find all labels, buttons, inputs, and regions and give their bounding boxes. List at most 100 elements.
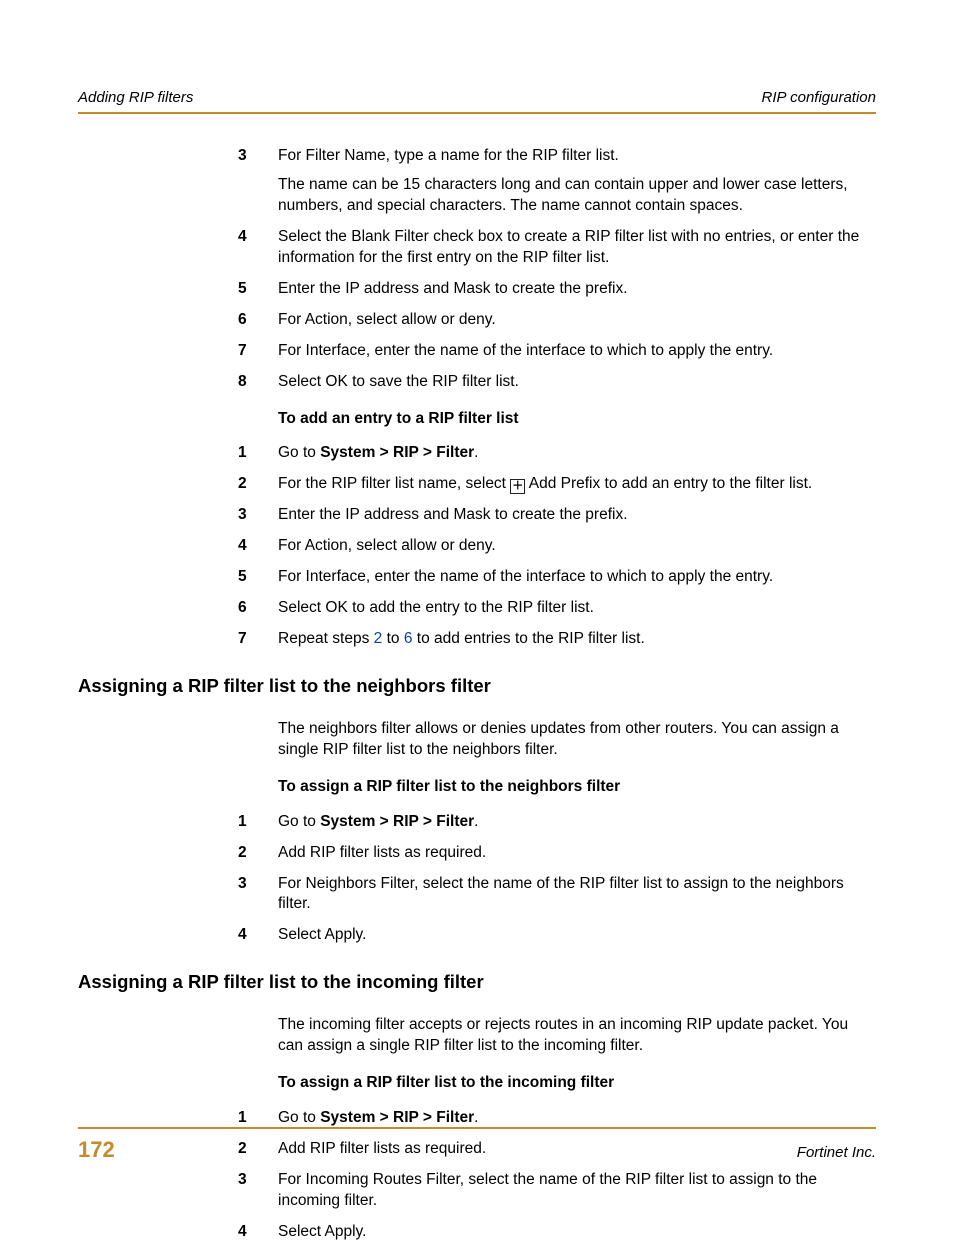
step-text: Select the Blank Filter check box to cre… — [278, 227, 876, 269]
step-text: For Interface, enter the name of the int… — [278, 341, 876, 362]
step-text: For Incoming Routes Filter, select the n… — [278, 1170, 876, 1212]
step-text: Go to System > RIP > Filter. — [278, 443, 876, 464]
add-entry-step-4: 4 For Action, select allow or deny. — [238, 536, 876, 557]
step-number: 4 — [238, 227, 278, 269]
nav-path: System > RIP > Filter — [320, 813, 474, 830]
text-fragment: . — [474, 444, 478, 461]
nav-path: System > RIP > Filter — [320, 1109, 474, 1126]
step-body: For Action, select allow or deny. — [278, 536, 876, 557]
add-entry-step-6: 6 Select OK to add the entry to the RIP … — [238, 598, 876, 619]
step-number: 1 — [238, 1108, 278, 1129]
procedure-title: To assign a RIP filter list to the neigh… — [278, 777, 876, 798]
step-body: Repeat steps 2 to 6 to add entries to th… — [278, 629, 876, 650]
neighbors-step-1: 1 Go to System > RIP > Filter. — [238, 812, 876, 833]
procedure-title: To assign a RIP filter list to the incom… — [278, 1073, 876, 1094]
incoming-step-1: 1 Go to System > RIP > Filter. — [238, 1108, 876, 1129]
step-3: 3 For Filter Name, type a name for the R… — [238, 146, 876, 217]
text-fragment: . — [474, 1109, 478, 1126]
header-left: Adding RIP filters — [78, 88, 193, 108]
add-entry-step-7: 7 Repeat steps 2 to 6 to add entries to … — [238, 629, 876, 650]
section-heading-neighbors: Assigning a RIP filter list to the neigh… — [78, 674, 876, 699]
neighbors-step-4: 4 Select Apply. — [238, 925, 876, 946]
step-text: For Action, select allow or deny. — [278, 310, 876, 331]
step-list-continue: 3 For Filter Name, type a name for the R… — [238, 146, 876, 392]
step-number: 4 — [238, 925, 278, 946]
step-number: 6 — [238, 598, 278, 619]
step-5: 5 Enter the IP address and Mask to creat… — [238, 279, 876, 300]
step-body: Enter the IP address and Mask to create … — [278, 505, 876, 526]
incoming-step-3: 3 For Incoming Routes Filter, select the… — [238, 1170, 876, 1212]
step-body: Select Apply. — [278, 925, 876, 946]
step-8: 8 Select OK to save the RIP filter list. — [238, 372, 876, 393]
step-body: For Interface, enter the name of the int… — [278, 341, 876, 362]
step-text: Go to System > RIP > Filter. — [278, 812, 876, 833]
step-body: Go to System > RIP > Filter. — [278, 443, 876, 464]
page: Adding RIP filters RIP configuration 3 F… — [0, 0, 954, 1235]
step-text: Add RIP filter lists as required. — [278, 843, 876, 864]
footer-company: Fortinet Inc. — [797, 1143, 876, 1163]
add-entry-step-3: 3 Enter the IP address and Mask to creat… — [238, 505, 876, 526]
add-entry-step-1: 1 Go to System > RIP > Filter. — [238, 443, 876, 464]
text-fragment: to add entries to the RIP filter list. — [412, 630, 644, 647]
add-entry-steps: 1 Go to System > RIP > Filter. 2 For the… — [238, 443, 876, 649]
step-number: 3 — [238, 874, 278, 916]
add-prefix-icon: ＋ — [510, 479, 525, 494]
step-text: For Neighbors Filter, select the name of… — [278, 874, 876, 916]
text-fragment: Add Prefix to add an entry to the filter… — [525, 475, 812, 492]
step-text: For the RIP filter list name, select ＋ A… — [278, 474, 876, 495]
step-text: Select OK to add the entry to the RIP fi… — [278, 598, 876, 619]
step-body: Add RIP filter lists as required. — [278, 843, 876, 864]
step-text: Go to System > RIP > Filter. — [278, 1108, 876, 1129]
add-entry-step-5: 5 For Interface, enter the name of the i… — [238, 567, 876, 588]
step-body: Select Apply. — [278, 1222, 876, 1243]
step-text: Select Apply. — [278, 925, 876, 946]
running-header: Adding RIP filters RIP configuration — [78, 88, 876, 108]
section-intro: The neighbors filter allows or denies up… — [278, 719, 876, 761]
step-body: For Filter Name, type a name for the RIP… — [278, 146, 876, 217]
step-number: 1 — [238, 812, 278, 833]
step-text: Enter the IP address and Mask to create … — [278, 505, 876, 526]
step-text: The name can be 15 characters long and c… — [278, 175, 876, 217]
incoming-step-4: 4 Select Apply. — [238, 1222, 876, 1243]
step-text: Select Apply. — [278, 1222, 876, 1243]
step-number: 3 — [238, 1170, 278, 1212]
step-number: 6 — [238, 310, 278, 331]
step-4: 4 Select the Blank Filter check box to c… — [238, 227, 876, 269]
step-text: Enter the IP address and Mask to create … — [278, 279, 876, 300]
step-7: 7 For Interface, enter the name of the i… — [238, 341, 876, 362]
step-body: Go to System > RIP > Filter. — [278, 812, 876, 833]
step-number: 7 — [238, 341, 278, 362]
step-body: For Action, select allow or deny. — [278, 310, 876, 331]
procedure-title: To add an entry to a RIP filter list — [278, 409, 876, 430]
step-text: For Action, select allow or deny. — [278, 536, 876, 557]
neighbors-step-2: 2 Add RIP filter lists as required. — [238, 843, 876, 864]
step-number: 3 — [238, 146, 278, 217]
footer-rule — [78, 1127, 876, 1129]
step-body: For Incoming Routes Filter, select the n… — [278, 1170, 876, 1212]
step-number: 1 — [238, 443, 278, 464]
step-text: For Filter Name, type a name for the RIP… — [278, 146, 876, 167]
step-number: 7 — [238, 629, 278, 650]
step-number: 5 — [238, 279, 278, 300]
step-body: Enter the IP address and Mask to create … — [278, 279, 876, 300]
step-crossref-link[interactable]: 2 — [374, 630, 383, 647]
step-text: Repeat steps 2 to 6 to add entries to th… — [278, 629, 876, 650]
step-body: For Neighbors Filter, select the name of… — [278, 874, 876, 916]
section-heading-incoming: Assigning a RIP filter list to the incom… — [78, 970, 876, 995]
step-body: Select OK to add the entry to the RIP fi… — [278, 598, 876, 619]
step-body: For the RIP filter list name, select ＋ A… — [278, 474, 876, 495]
text-fragment: Go to — [278, 444, 320, 461]
neighbors-steps: 1 Go to System > RIP > Filter. 2 Add RIP… — [238, 812, 876, 947]
header-rule — [78, 112, 876, 114]
add-entry-step-2: 2 For the RIP filter list name, select ＋… — [238, 474, 876, 495]
text-fragment: Go to — [278, 1109, 320, 1126]
text-fragment: . — [474, 813, 478, 830]
step-text: For Interface, enter the name of the int… — [278, 567, 876, 588]
page-number: 172 — [78, 1135, 115, 1165]
content-area: 3 For Filter Name, type a name for the R… — [238, 146, 876, 1242]
step-number: 2 — [238, 843, 278, 864]
page-footer: 172 Fortinet Inc. — [78, 1127, 876, 1165]
text-fragment: For the RIP filter list name, select — [278, 475, 510, 492]
text-fragment: to — [382, 630, 404, 647]
step-number: 4 — [238, 1222, 278, 1243]
